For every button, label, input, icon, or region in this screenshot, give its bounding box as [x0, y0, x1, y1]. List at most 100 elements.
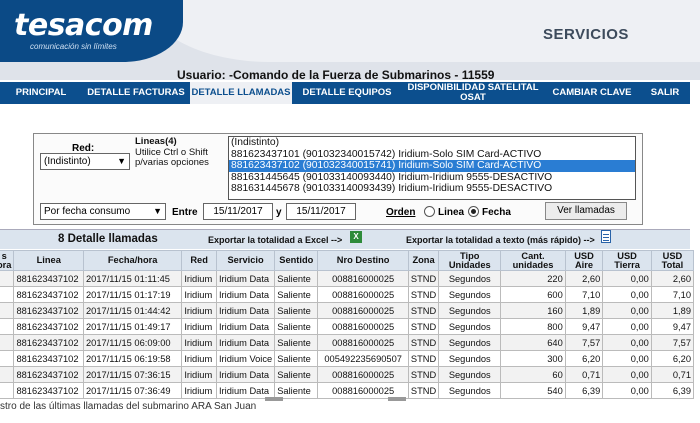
excel-icon[interactable]: X: [350, 231, 362, 243]
line-option[interactable]: 881623437102 (901032340015741) Iridium-S…: [229, 160, 635, 172]
table-cell: 7,10: [650, 286, 695, 303]
table-cell: Iridium Data: [215, 286, 276, 303]
logo[interactable]: tesacom comunicación sin límites: [0, 0, 183, 62]
table-cell: 881623437102: [13, 366, 84, 383]
nav-item-disponibilidad-satelital-osat[interactable]: DISPONIBILIDAD SATELITAL OSAT: [402, 82, 544, 104]
header: tesacom comunicación sin límites SERVICI…: [0, 0, 700, 82]
table-cell: 2,60: [650, 270, 695, 287]
nav-item-detalle-equipos[interactable]: DETALLE EQUIPOS: [292, 82, 402, 104]
table-cell: 300: [500, 350, 566, 367]
column-header[interactable]: Sentido: [274, 250, 319, 271]
table-cell: 2017/11/15 06:09:00: [82, 334, 183, 351]
table-cell: 2017/11/15 01:44:42: [82, 302, 183, 319]
image-caption: stro de las últimas llamadas del submari…: [0, 401, 257, 412]
table-cell: 881623437102: [13, 350, 84, 367]
column-header[interactable]: s ora: [0, 250, 15, 271]
text-document-icon[interactable]: [601, 230, 611, 243]
table-cell: 0,00: [602, 382, 652, 399]
table-cell: 7,10: [564, 286, 604, 303]
table-cell: [0, 302, 15, 319]
table-cell: Iridium Data: [215, 270, 276, 287]
table-cell: 2,60: [564, 270, 604, 287]
nav-item-detalle-facturas[interactable]: DETALLE FACTURAS: [82, 82, 190, 104]
table-cell: 9,47: [564, 318, 604, 335]
table-cell: 640: [500, 334, 566, 351]
orden-linea-radio[interactable]: [424, 206, 435, 217]
nav-item-cambiar-clave[interactable]: CAMBIAR CLAVE: [544, 82, 640, 104]
table-cell: 540: [500, 382, 566, 399]
main-nav: PRINCIPAL DETALLE FACTURAS DETALLE LLAMADA…: [0, 82, 690, 104]
table-cell: Iridium: [181, 302, 217, 319]
column-header[interactable]: Servicio: [215, 250, 276, 271]
date-mode-select[interactable]: Por fecha consumo ▼: [40, 203, 166, 220]
table-row[interactable]: 881623437102 2017/11/15 07:36:49 Iridium Ir…: [0, 382, 695, 399]
table-cell: 0,00: [602, 350, 652, 367]
table-cell: Saliente: [274, 366, 319, 383]
nav-item-principal[interactable]: PRINCIPAL: [0, 82, 82, 104]
date-from-input[interactable]: 15/11/2017: [203, 203, 273, 220]
date-to-input[interactable]: 15/11/2017: [286, 203, 356, 220]
column-header[interactable]: Fecha/hora: [82, 250, 183, 271]
table-cell: 0,00: [602, 366, 652, 383]
red-select[interactable]: (Indistinto) ▼: [40, 153, 130, 170]
table-row[interactable]: 881623437102 2017/11/15 01:49:17 Iridium Ir…: [0, 318, 695, 335]
table-cell: Iridium Data: [215, 334, 276, 351]
export-excel-link[interactable]: Exportar la totalidad a Excel -->: [208, 235, 342, 245]
nav-item-salir[interactable]: SALIR: [640, 82, 690, 104]
table-cell: 0,71: [564, 366, 604, 383]
table-cell: 881623437102: [13, 302, 84, 319]
line-option[interactable]: 881631445645 (901033140093440) Iridium-I…: [229, 172, 635, 184]
table-row[interactable]: 881623437102 2017/11/15 06:09:00 Iridium Ir…: [0, 334, 695, 351]
table-cell: 600: [500, 286, 566, 303]
table-cell: Saliente: [274, 350, 319, 367]
line-option[interactable]: 881623437101 (901032340015742) Iridium-S…: [229, 149, 635, 161]
table-row[interactable]: 881623437102 2017/11/15 01:17:19 Iridium Ir…: [0, 286, 695, 303]
logo-text: tesacom: [14, 8, 153, 43]
column-header[interactable]: USD Tierra: [602, 250, 652, 271]
table-cell: 9,47: [650, 318, 695, 335]
nav-item-detalle-llamadas[interactable]: DETALLE LLAMADAS: [190, 82, 292, 104]
line-option[interactable]: 881631445678 (901033140093439) Iridium-I…: [229, 183, 635, 195]
table-cell: Iridium Voice: [215, 350, 276, 367]
table-cell: STND: [407, 350, 440, 367]
column-header[interactable]: Zona: [407, 250, 440, 271]
line-option[interactable]: (Indistinto): [229, 137, 635, 149]
orden-label: Orden: [386, 207, 416, 218]
column-header[interactable]: USD Aire: [564, 250, 604, 271]
column-header[interactable]: Linea: [13, 250, 84, 271]
lines-listbox[interactable]: (Indistinto) 881623437101 (90103234001574…: [228, 136, 636, 200]
table-cell: Saliente: [274, 302, 319, 319]
scroll-right-handle[interactable]: [388, 397, 406, 401]
orden-linea-label: Linea: [438, 207, 465, 218]
table-cell: Segundos: [438, 302, 502, 319]
table-cell: Iridium: [181, 334, 217, 351]
table-cell: Iridium: [181, 270, 217, 287]
table-cell: 6,39: [564, 382, 604, 399]
table-cell: 7,57: [564, 334, 604, 351]
table-row[interactable]: 881623437102 2017/11/15 01:44:42 Iridium Ir…: [0, 302, 695, 319]
column-header[interactable]: USD Total: [650, 250, 695, 271]
table-cell: [0, 334, 15, 351]
ver-llamadas-button[interactable]: Ver llamadas: [545, 202, 627, 220]
column-header[interactable]: Nro Destino: [317, 250, 409, 271]
table-row[interactable]: 881623437102 2017/11/15 07:36:15 Iridium Ir…: [0, 366, 695, 383]
table-cell: 2017/11/15 06:19:58: [82, 350, 183, 367]
table-cell: 6,20: [650, 350, 695, 367]
table-row[interactable]: 881623437102 2017/11/15 01:11:45 Iridium Ir…: [0, 270, 695, 287]
scroll-left-handle[interactable]: [265, 397, 283, 401]
table-cell: Iridium: [181, 350, 217, 367]
table-cell: 6,20: [564, 350, 604, 367]
column-header[interactable]: Tipo Unidades: [438, 250, 502, 271]
table-cell: Iridium Data: [215, 366, 276, 383]
table-cell: Segundos: [438, 382, 502, 399]
table-header-row: s oraLineaFecha/horaRedServicioSentidoNr…: [0, 250, 695, 271]
column-header[interactable]: Cant. unidades: [500, 250, 566, 271]
orden-fecha-radio[interactable]: [468, 206, 479, 217]
page: tesacom comunicación sin límites SERVICI…: [0, 0, 700, 423]
table-cell: STND: [407, 334, 440, 351]
export-text-link[interactable]: Exportar la totalidad a texto (más rápid…: [406, 235, 595, 245]
column-header[interactable]: Red: [181, 250, 217, 271]
table-row[interactable]: 881623437102 2017/11/15 06:19:58 Iridium Ir…: [0, 350, 695, 367]
table-cell: [0, 382, 15, 399]
entre-label: Entre: [172, 207, 198, 218]
